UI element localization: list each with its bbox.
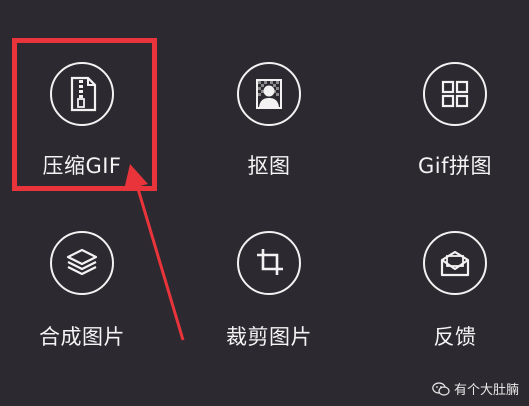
watermark-text: 有个大肚腩 — [453, 383, 519, 398]
wechat-icon — [432, 381, 450, 396]
watermark: 有个大肚腩 — [432, 379, 519, 398]
pointer-arrow — [124, 164, 185, 341]
